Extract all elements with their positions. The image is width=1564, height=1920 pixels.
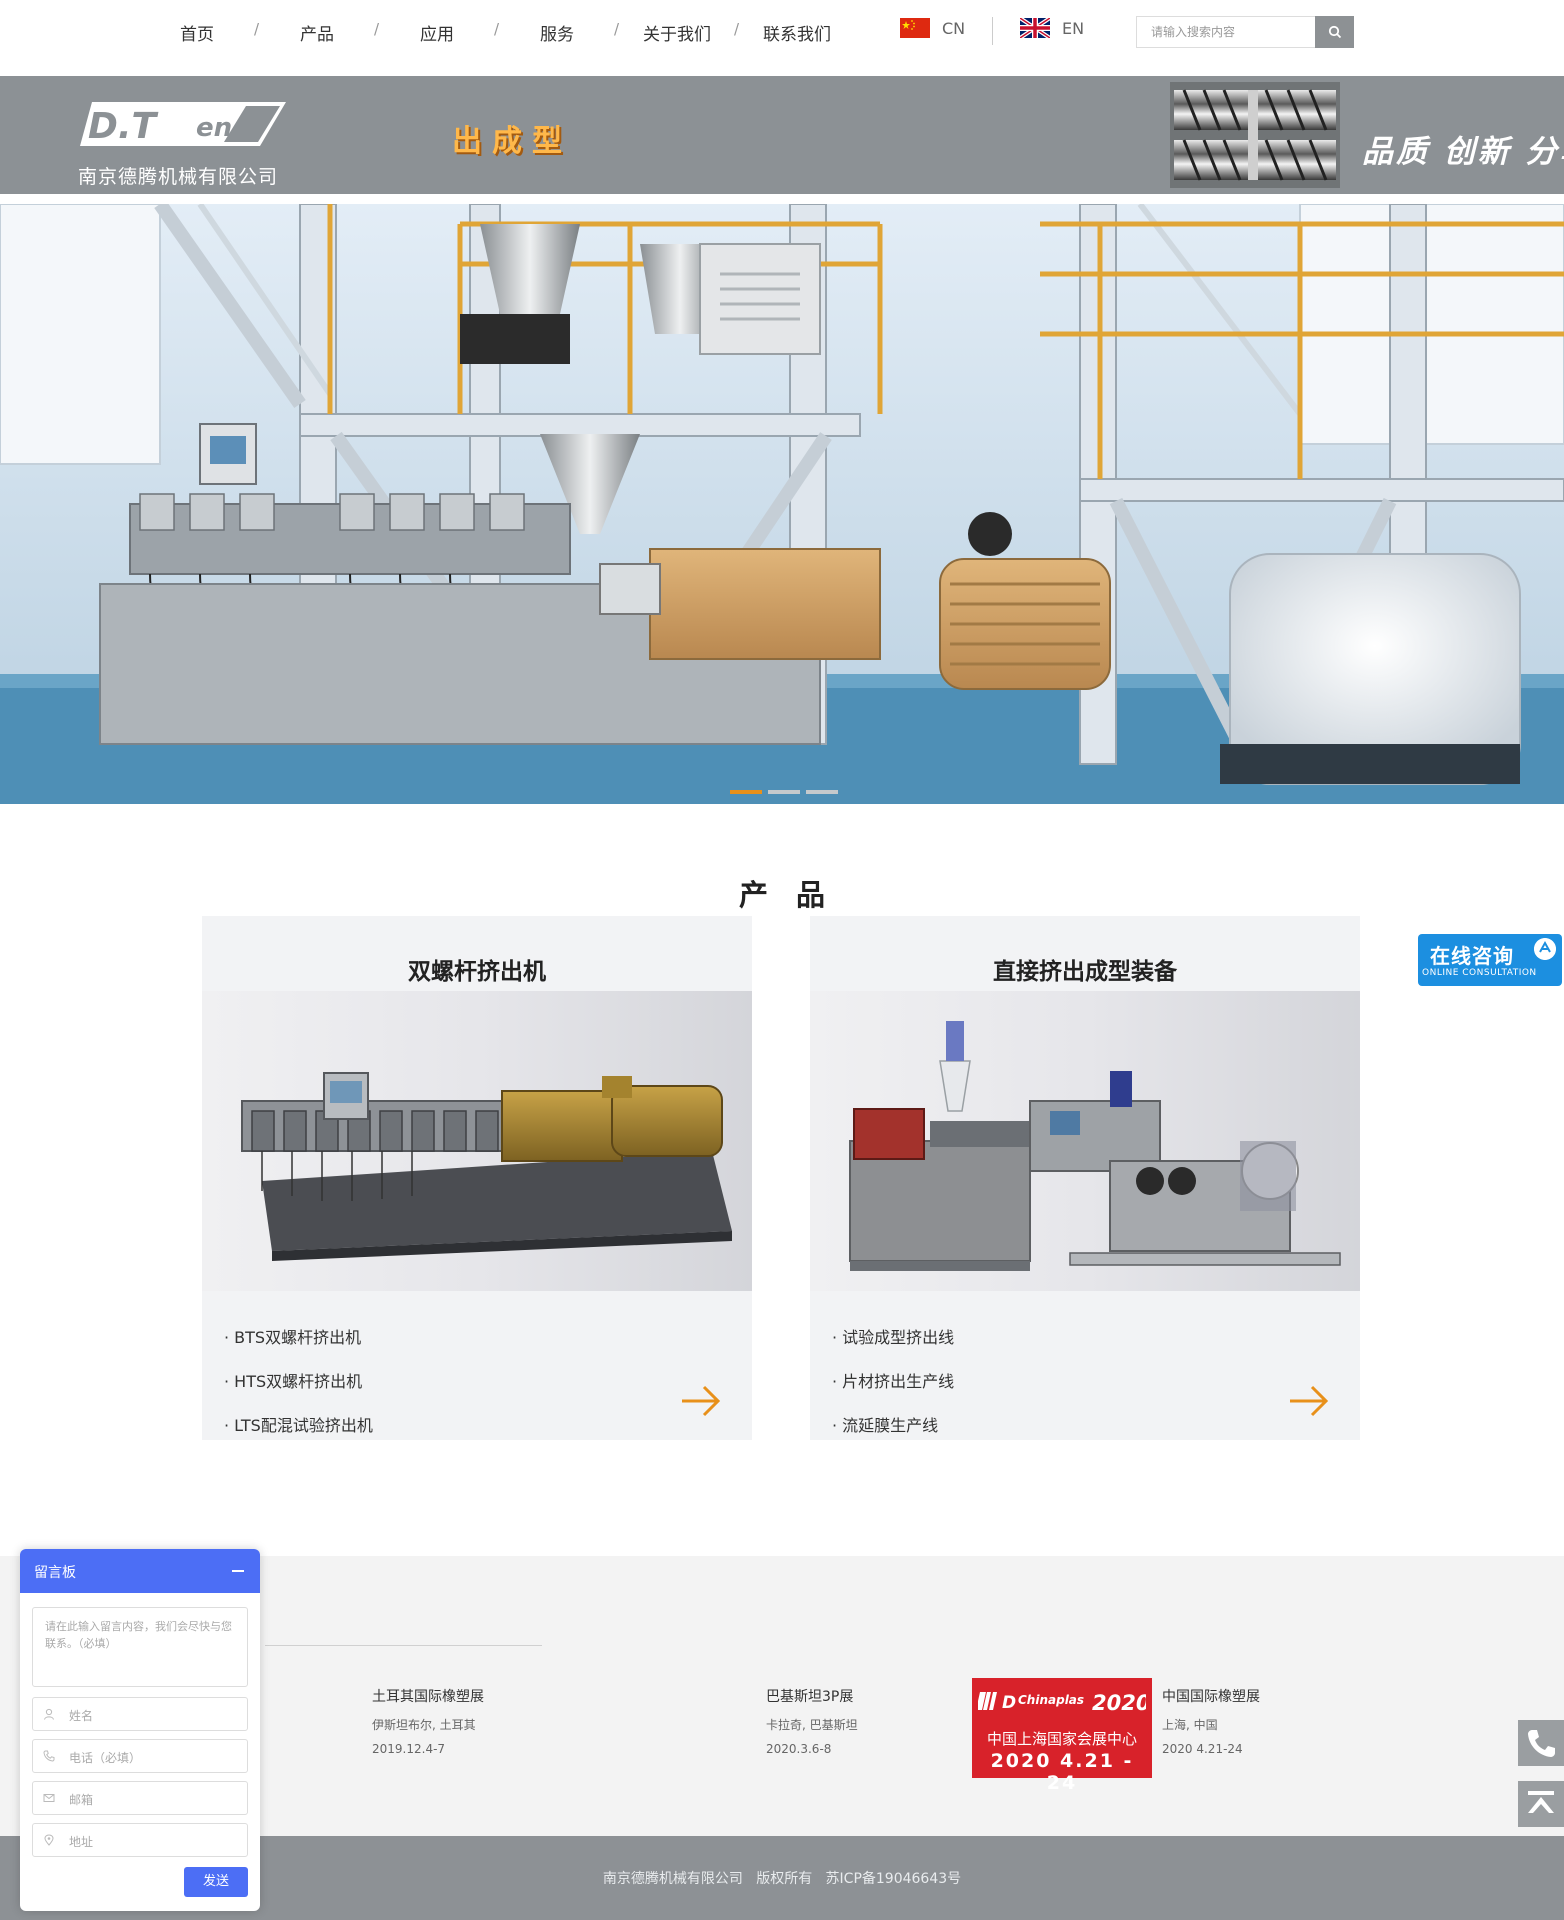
nav-separator: /	[734, 20, 740, 38]
nav-separator: /	[374, 20, 380, 38]
screw-element-image	[1170, 82, 1340, 188]
chinaplas-brand: Chinaplas	[1018, 1693, 1084, 1707]
phone-placeholder: 电话（必填）	[69, 1751, 142, 1765]
phone-icon	[1528, 1730, 1555, 1757]
message-content-field[interactable]: 请在此输入留言内容，我们会尽快与您联系。（必填）	[32, 1607, 248, 1687]
arrow-right-icon[interactable]	[680, 1384, 722, 1418]
phone-small-icon	[43, 1750, 55, 1762]
back-to-top-button[interactable]	[1518, 1781, 1564, 1827]
top-nav: 首页 / 产品 / 应用 / 服务 / 关于我们 / 联系我们 CN EN 请输…	[0, 0, 1564, 76]
product-card-title: 双螺杆挤出机	[408, 959, 546, 985]
user-icon	[44, 1708, 54, 1720]
exhibition-title[interactable]: 巴基斯坦3P展	[766, 1686, 853, 1706]
nav-about[interactable]: 关于我们	[643, 20, 711, 45]
lang-en-label: EN	[1062, 18, 1085, 38]
carousel-indicators	[730, 790, 838, 794]
dten-logo[interactable]: D.T en	[80, 100, 286, 148]
address-placeholder: 地址	[69, 1835, 94, 1849]
consult-label: 在线咨询	[1430, 944, 1514, 968]
uk-flag-icon	[1020, 18, 1050, 38]
email-field[interactable]: 邮箱	[32, 1781, 248, 1815]
chinaplas-banner[interactable]: D Chinaplas 2020 中国上海国家会展中心 2020 4.21 - …	[972, 1678, 1152, 1794]
nav-service[interactable]: 服务	[540, 20, 574, 45]
brand-slogan-forming: 出成型	[452, 124, 572, 159]
product-card-direct-extrusion[interactable]: 直接挤出成型装备 · 试验成型挤出线 · 片材挤出生产线 · 流延膜生产线	[810, 916, 1360, 1440]
minimize-icon[interactable]	[232, 1570, 244, 1572]
product-image	[202, 991, 752, 1291]
message-board-header: 留言板	[20, 1549, 260, 1593]
phone-field[interactable]: 电话（必填）	[32, 1739, 248, 1773]
extrusion-line-image	[849, 1021, 1341, 1271]
svg-text:D: D	[1002, 1693, 1016, 1713]
product-link-hts[interactable]: · HTS双螺杆挤出机	[224, 1372, 373, 1416]
nav-products[interactable]: 产品	[300, 20, 334, 45]
nav-separator: /	[494, 20, 500, 38]
china-flag-icon	[900, 18, 930, 38]
product-list: · 试验成型挤出线 · 片材挤出生产线 · 流延膜生产线	[832, 1328, 954, 1440]
consult-sublabel: ONLINE CONSULTATION	[1422, 968, 1537, 978]
product-link-sheet-line[interactable]: · 片材挤出生产线	[832, 1372, 954, 1416]
svg-text:en: en	[196, 113, 232, 143]
nav-separator: /	[254, 20, 260, 38]
lang-cn-label: CN	[942, 18, 966, 38]
nav-applications[interactable]: 应用	[420, 20, 454, 45]
online-consultation-button[interactable]: 在线咨询 ONLINE CONSULTATION	[1418, 934, 1562, 986]
search-icon	[1328, 25, 1341, 39]
exhibition-title[interactable]: 中国国际橡塑展	[1162, 1686, 1260, 1706]
chevron-up-icon	[1528, 1791, 1554, 1813]
svg-text:D.T: D.T	[88, 106, 159, 147]
nav-home[interactable]: 首页	[180, 20, 214, 45]
hero-banner[interactable]	[0, 204, 1564, 804]
chinaplas-year: 2020	[1092, 1691, 1146, 1715]
exhibition-date: 2020.3.6-8	[766, 1742, 832, 1756]
address-field[interactable]: 地址	[32, 1823, 248, 1857]
message-board-panel: 留言板 请在此输入留言内容，我们会尽快与您联系。（必填） 姓名 电话（必填） 邮…	[20, 1549, 260, 1911]
exhibition-location: 伊斯坦布尔, 土耳其	[372, 1718, 476, 1732]
production-line-image	[0, 204, 1564, 804]
lang-cn[interactable]: CN	[900, 18, 965, 38]
message-board-title: 留言板	[34, 1565, 76, 1581]
carousel-dot-3[interactable]	[806, 790, 838, 794]
name-placeholder: 姓名	[69, 1709, 94, 1723]
company-name: 南京德腾机械有限公司	[78, 166, 279, 188]
exhibition-title[interactable]: 土耳其国际橡塑展	[372, 1686, 484, 1706]
phone-button[interactable]	[1518, 1720, 1564, 1766]
arrow-right-icon[interactable]	[1288, 1384, 1330, 1418]
product-link-bts[interactable]: · BTS双螺杆挤出机	[224, 1328, 373, 1372]
twin-screw-extruder-image	[241, 1072, 732, 1261]
brand-bar: D.T en 南京德腾机械有限公司 出成型 品质 创新 分享	[0, 76, 1564, 194]
exhibition-location: 卡拉奇, 巴基斯坦	[766, 1718, 858, 1732]
chat-icon	[1534, 938, 1556, 960]
product-card-title: 直接挤出成型装备	[993, 959, 1177, 985]
chinaplas-venue: 中国上海国家会展中心	[986, 1730, 1137, 1748]
nav-contact[interactable]: 联系我们	[763, 20, 831, 45]
product-link-trial-line[interactable]: · 试验成型挤出线	[832, 1328, 954, 1372]
nav-separator: /	[614, 20, 620, 38]
exhibition-date: 2019.12.4-7	[372, 1742, 446, 1756]
location-icon	[44, 1834, 54, 1846]
section-divider	[265, 1645, 542, 1646]
mail-icon	[43, 1794, 55, 1802]
carousel-dot-1[interactable]	[730, 790, 762, 794]
send-button[interactable]: 发送	[184, 1867, 248, 1897]
search-button[interactable]	[1315, 16, 1354, 48]
brand-slogan: 品质 创新 分享	[1362, 134, 1564, 170]
exhibition-date: 2020 4.21-24	[1162, 1742, 1243, 1756]
email-placeholder: 邮箱	[69, 1793, 94, 1807]
product-list: · BTS双螺杆挤出机 · HTS双螺杆挤出机 · LTS配混试验挤出机	[224, 1328, 373, 1440]
lang-divider	[992, 17, 993, 45]
product-link-lts[interactable]: · LTS配混试验挤出机	[224, 1416, 373, 1440]
carousel-dot-2[interactable]	[768, 790, 800, 794]
products-section-title: 产品	[738, 878, 853, 912]
exhibition-location: 上海, 中国	[1162, 1718, 1218, 1732]
name-field[interactable]: 姓名	[32, 1697, 248, 1731]
chinaplas-dates: 2020 4.21 - 24	[990, 1750, 1134, 1794]
product-card-twin-screw[interactable]: 双螺杆挤出机 · BTS双螺杆挤出机 · HTS双螺杆挤出机 · LTS配混试验…	[202, 916, 752, 1440]
search-input[interactable]: 请输入搜索内容	[1136, 16, 1316, 48]
product-link-cast-film-line[interactable]: · 流延膜生产线	[832, 1416, 954, 1440]
chinaplas-logo: D Chinaplas 2020	[978, 1691, 1146, 1715]
lang-en[interactable]: EN	[1020, 18, 1084, 38]
product-image	[810, 991, 1360, 1291]
